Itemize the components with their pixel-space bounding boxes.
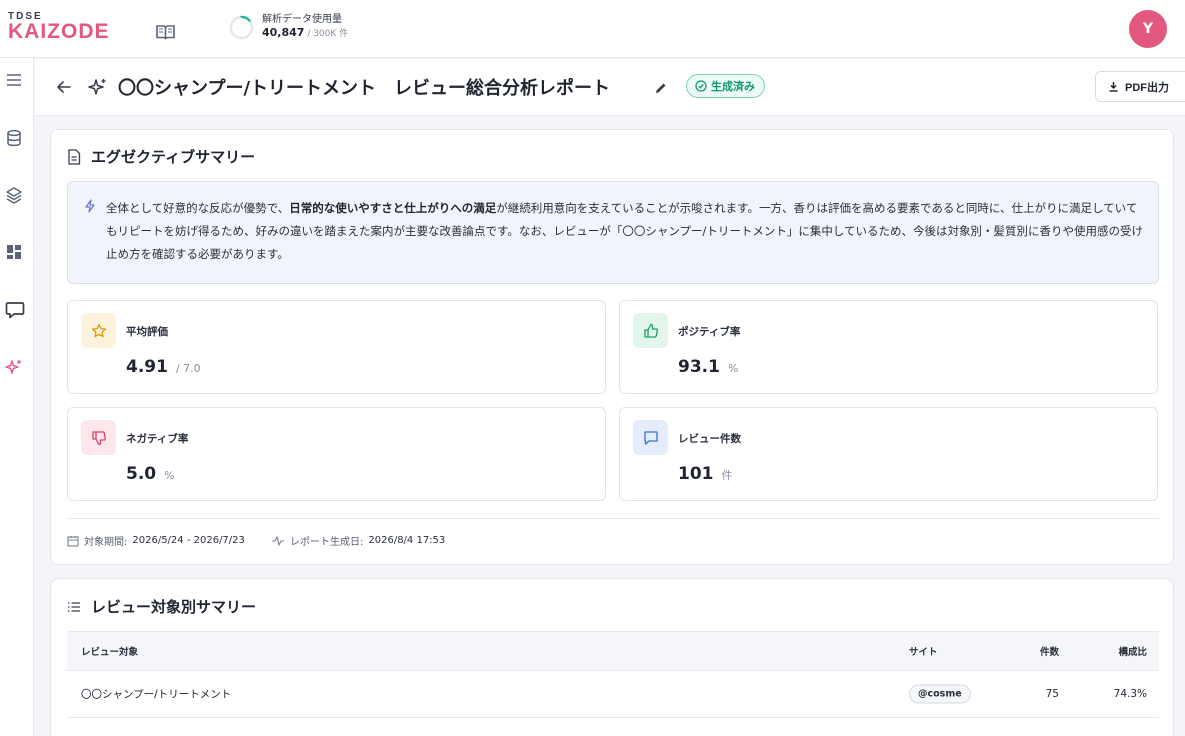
metric-number: 101: [678, 464, 714, 484]
usage-ring-icon: [229, 15, 254, 39]
star-icon: [81, 313, 116, 348]
app-logo[interactable]: TDSE KAIZODE: [8, 11, 110, 42]
download-icon: [1109, 82, 1118, 92]
target-summary-heading: レビュー対象別サマリー: [67, 596, 256, 617]
back-arrow-icon[interactable]: [57, 79, 71, 98]
metric-label: ネガティブ率: [126, 433, 189, 445]
period-info: 対象期間: 2026/5/24 - 2026/7/23: [67, 533, 245, 548]
executive-summary-card: エグゼクティブサマリー 全体として好意的な反応が優勢で、日常的な使いやすさと仕上…: [50, 129, 1174, 565]
row-site: @cosme: [909, 684, 971, 704]
target-summary-card: レビュー対象別サマリー レビュー対象 サイト 件数 構成比 〇〇シャンプー/トリ…: [50, 578, 1174, 736]
target-summary-title: レビュー対象別サマリー: [91, 598, 257, 616]
metric-unit: / 7.0: [175, 362, 201, 375]
row-target: 〇〇シャンプー/トリートメント: [81, 688, 232, 701]
status-label: 生成済み: [711, 80, 755, 93]
metric-card-average-rating: 平均評価 4.91 / 7.0: [67, 300, 606, 394]
generated-label: レポート生成日:: [290, 537, 364, 548]
metric-number: 93.1: [678, 357, 720, 377]
top-header: TDSE KAIZODE 解析データ使用量 40,847 / 300K 件 Y: [0, 0, 1185, 58]
period-label: 対象期間:: [84, 537, 128, 548]
usage-label: 解析データ使用量: [262, 14, 342, 25]
lightning-icon: [84, 198, 96, 217]
database-icon[interactable]: [5, 129, 23, 147]
metric-unit: 件: [721, 469, 733, 482]
calendar-icon: [67, 535, 79, 547]
metric-label: レビュー件数: [678, 433, 741, 445]
document-icon: [68, 148, 81, 165]
ai-sparkle-icon: [88, 77, 108, 101]
summary-callout: 全体として好意的な反応が優勢で、日常的な使いやすさと仕上がりへの満足が継続利用意…: [67, 181, 1159, 284]
list-icon: [68, 601, 80, 612]
metric-label: 平均評価: [126, 326, 168, 338]
metric-value: 93.1%: [678, 357, 738, 377]
metric-number: 4.91: [126, 357, 168, 377]
status-badge: 生成済み: [686, 74, 765, 98]
sparkle-icon[interactable]: [5, 358, 23, 376]
metric-number: 5.0: [126, 464, 157, 484]
metric-unit: %: [727, 362, 739, 375]
layers-icon[interactable]: [5, 186, 23, 204]
metric-value: 101 件: [678, 464, 733, 484]
pdf-export-label: PDF出力: [1125, 81, 1169, 94]
metric-label: ポジティブ率: [678, 326, 741, 338]
metric-card-negative-rate: ネガティブ率 5.0%: [67, 407, 606, 501]
row-count: 75: [1045, 688, 1059, 700]
thumbs-down-icon: [81, 420, 116, 455]
metric-value: 5.0%: [126, 464, 175, 484]
column-header-target[interactable]: レビュー対象: [81, 644, 138, 658]
generated-value: 2026/8/4 17:53: [368, 535, 446, 546]
usage-meter: 解析データ使用量 40,847 / 300K 件: [229, 13, 348, 41]
chat-icon[interactable]: [5, 300, 25, 319]
pdf-export-button[interactable]: PDF出力: [1095, 71, 1185, 102]
summary-text-part1: 全体として好意的な反応が優勢で、: [106, 201, 290, 215]
column-header-ratio[interactable]: 構成比: [1118, 644, 1147, 658]
check-circle-icon: [695, 80, 707, 92]
page-title: 〇〇シャンプー/トリートメント レビュー総合分析レポート: [118, 78, 611, 99]
menu-icon[interactable]: [5, 71, 23, 89]
report-title-bar: 〇〇シャンプー/トリートメント レビュー総合分析レポート 生成済み PDF出力: [35, 59, 1185, 116]
edit-pencil-icon[interactable]: [655, 79, 667, 98]
book-icon[interactable]: [156, 24, 175, 44]
summary-text-bold: 日常的な使いやすさと仕上がりへの満足: [289, 201, 497, 215]
period-value: 2026/5/24 - 2026/7/23: [132, 535, 245, 546]
summary-text: 全体として好意的な反応が優勢で、日常的な使いやすさと仕上がりへの満足が継続利用意…: [106, 197, 1146, 266]
column-header-site[interactable]: サイト: [909, 644, 938, 658]
message-icon: [633, 420, 668, 455]
row-ratio: 74.3%: [1113, 688, 1147, 700]
usage-count: 40,847: [262, 26, 305, 39]
table-header: レビュー対象 サイト 件数 構成比: [67, 631, 1159, 671]
site-chip: @cosme: [909, 684, 971, 704]
thumbs-up-icon: [633, 313, 668, 348]
usage-total: / 300K 件: [304, 29, 349, 39]
activity-icon: [272, 535, 284, 546]
generated-info: レポート生成日: 2026/8/4 17:53: [271, 533, 445, 548]
logo-main-text: KAIZODE: [8, 20, 110, 43]
executive-summary-title: エグゼクティブサマリー: [91, 148, 256, 166]
metric-card-positive-rate: ポジティブ率 93.1%: [619, 300, 1158, 394]
side-rail: [0, 58, 34, 736]
executive-summary-heading: エグゼクティブサマリー: [67, 146, 255, 167]
metric-unit: %: [164, 469, 175, 482]
metric-card-review-count: レビュー件数 101 件: [619, 407, 1158, 501]
avatar[interactable]: Y: [1129, 10, 1167, 48]
dashboard-icon[interactable]: [5, 243, 23, 261]
target-summary-table: レビュー対象 サイト 件数 構成比 〇〇シャンプー/トリートメント @cosme…: [67, 631, 1159, 718]
usage-value: 40,847 / 300K 件: [262, 26, 348, 41]
column-header-count[interactable]: 件数: [1040, 644, 1059, 658]
metric-value: 4.91 / 7.0: [126, 357, 201, 377]
table-row[interactable]: 〇〇シャンプー/トリートメント @cosme 75 74.3%: [67, 671, 1159, 718]
divider: [67, 518, 1159, 519]
